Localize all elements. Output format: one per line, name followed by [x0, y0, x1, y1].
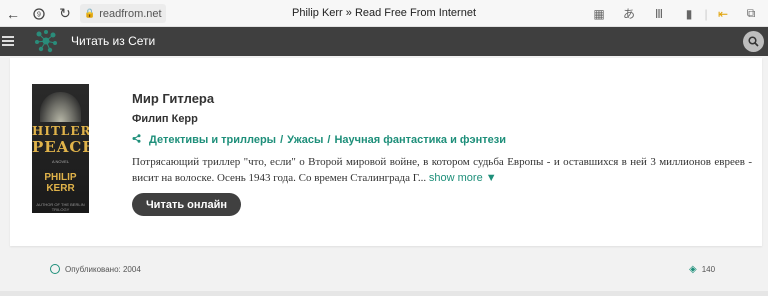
- extension-icon[interactable]: ⧉: [740, 3, 762, 25]
- published-text: Опубликовано: 2004: [65, 264, 141, 274]
- lock-icon: 🔒: [84, 8, 96, 18]
- genre-list: Детективы и триллеры / Ужасы / Научная ф…: [132, 134, 506, 146]
- reader-icon[interactable]: Ⅲ: [648, 3, 670, 25]
- cover-title-line1: HITLER'S: [32, 124, 89, 138]
- cover-author-first: PHILIP: [44, 172, 77, 183]
- back-icon[interactable]: ←: [2, 3, 24, 25]
- reload-icon[interactable]: ↻: [54, 3, 76, 25]
- nav-group: ← 9 ↻: [2, 0, 76, 27]
- book-description: Потрясающий триллер "что, если" о Второй…: [132, 154, 752, 186]
- cover-tagline: AUTHOR OF THE BERLIN TRILOGY: [36, 202, 85, 212]
- cover-author: PHILIP KERR: [32, 172, 89, 194]
- url-text: readfrom.net: [99, 7, 162, 20]
- published-info: Опубликовано: 2004: [50, 264, 141, 274]
- cover-author-last: KERR: [46, 183, 75, 194]
- genre-link[interactable]: Ужасы: [287, 134, 323, 146]
- site-name[interactable]: Читать из Сети: [71, 27, 155, 56]
- browser-actions: ▦ あ Ⅲ ▮ | ⇤ ⧉: [588, 0, 762, 27]
- apps-icon[interactable]: ▦: [588, 3, 610, 25]
- info-icon: [50, 264, 60, 274]
- search-button[interactable]: [743, 31, 764, 52]
- views-info: ◈ 140: [689, 264, 715, 275]
- genre-link[interactable]: Научная фантастика и фэнтези: [334, 134, 506, 146]
- book-meta-footer: Опубликовано: 2004 ◈ 140: [0, 252, 768, 288]
- site-logo-icon[interactable]: [33, 29, 60, 54]
- book-title: Мир Гитлера: [132, 91, 215, 106]
- page-bottom-divider: [0, 291, 768, 296]
- shield-icon[interactable]: 9: [28, 3, 50, 25]
- book-author[interactable]: Филип Керр: [132, 113, 198, 125]
- menu-icon[interactable]: [2, 34, 14, 48]
- genre-separator: /: [327, 134, 331, 146]
- book-card: HITLER'S PEACE A NOVEL PHILIP KERR AUTHO…: [10, 58, 762, 246]
- cover-art: [40, 92, 81, 122]
- genre-link[interactable]: Детективы и триллеры: [149, 134, 276, 146]
- show-more-link[interactable]: show more ▼: [429, 172, 497, 184]
- sidebar-toggle-icon[interactable]: ⇤: [712, 3, 734, 25]
- search-icon: [748, 36, 759, 47]
- share-icon: [132, 134, 141, 146]
- site-header: Читать из Сети: [0, 27, 768, 56]
- cover-novel: A NOVEL: [51, 159, 70, 164]
- svg-text:9: 9: [37, 11, 41, 18]
- book-cover[interactable]: HITLER'S PEACE A NOVEL PHILIP KERR AUTHO…: [32, 84, 89, 213]
- browser-toolbar: ← 9 ↻ 🔒 readfrom.net Philip Kerr » Read …: [0, 0, 768, 27]
- cover-title-line2: PEACE: [32, 138, 89, 156]
- genre-separator: /: [280, 134, 284, 146]
- views-count: 140: [701, 265, 716, 274]
- translate-icon[interactable]: あ: [618, 3, 640, 25]
- address-bar[interactable]: 🔒 readfrom.net: [80, 4, 166, 23]
- read-online-button[interactable]: Читать онлайн: [132, 193, 241, 216]
- bookmark-icon[interactable]: ▮: [678, 3, 700, 25]
- divider: |: [704, 6, 708, 21]
- eye-icon: ◈: [689, 264, 697, 275]
